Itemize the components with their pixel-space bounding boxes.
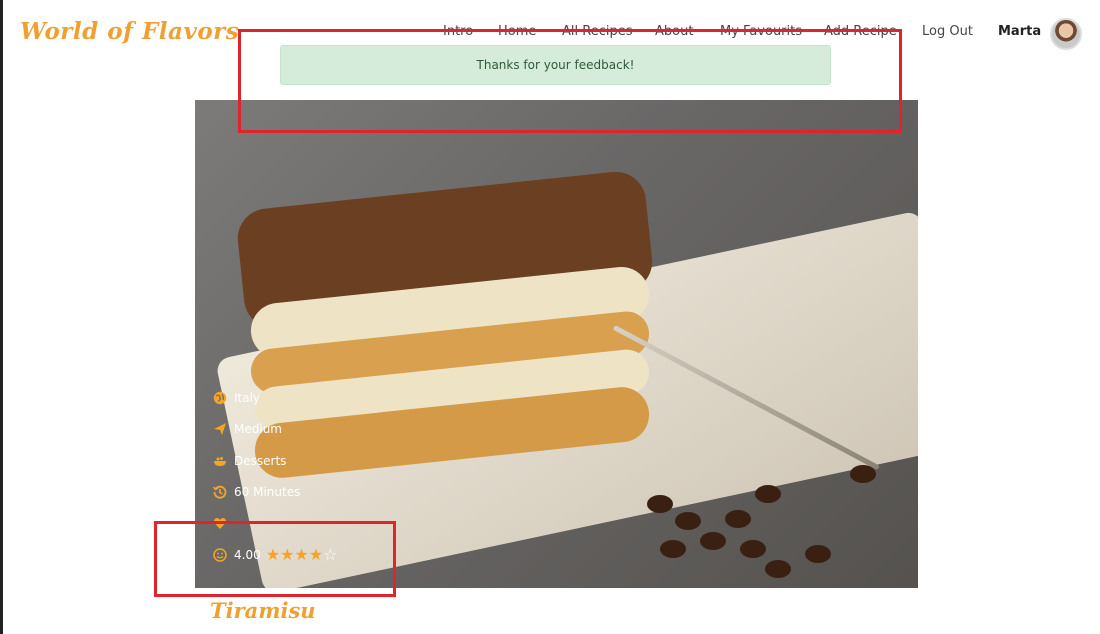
meta-category: Desserts bbox=[213, 453, 286, 469]
annotation-box-rating bbox=[154, 521, 396, 597]
coffee-bean bbox=[850, 465, 876, 483]
user-avatar[interactable] bbox=[1050, 18, 1082, 50]
category-text: Desserts bbox=[234, 454, 287, 468]
meta-country: Italy bbox=[213, 390, 260, 406]
coffee-bean bbox=[700, 532, 726, 550]
coffee-bean bbox=[765, 560, 791, 578]
difficulty-text: Medium bbox=[234, 422, 282, 436]
meta-time: 60 Minutes bbox=[213, 484, 300, 500]
cake-shape bbox=[234, 168, 660, 500]
coffee-bean bbox=[725, 510, 751, 528]
coffee-bean bbox=[660, 540, 686, 558]
coffee-bean bbox=[740, 540, 766, 558]
coffee-bean bbox=[675, 512, 701, 530]
coffee-bean bbox=[647, 495, 673, 513]
time-text: 60 Minutes bbox=[234, 485, 301, 499]
country-text: Italy bbox=[234, 391, 261, 405]
coffee-bean bbox=[805, 545, 831, 563]
send-icon bbox=[213, 422, 227, 436]
annotation-box-flash bbox=[238, 29, 902, 133]
coffee-bean bbox=[755, 485, 781, 503]
globe-icon bbox=[213, 391, 227, 405]
history-icon bbox=[213, 485, 227, 499]
meta-difficulty: Medium bbox=[213, 421, 282, 437]
bowl-icon bbox=[213, 454, 227, 468]
recipe-title[interactable]: Tiramisu bbox=[210, 598, 316, 623]
nav-link-log-out[interactable]: Log Out bbox=[922, 24, 973, 39]
window-edge bbox=[0, 0, 3, 634]
recipe-hero-image[interactable] bbox=[195, 100, 918, 588]
site-logo[interactable]: World of Flavors bbox=[20, 18, 239, 45]
nav-user-name[interactable]: Marta bbox=[998, 24, 1041, 39]
